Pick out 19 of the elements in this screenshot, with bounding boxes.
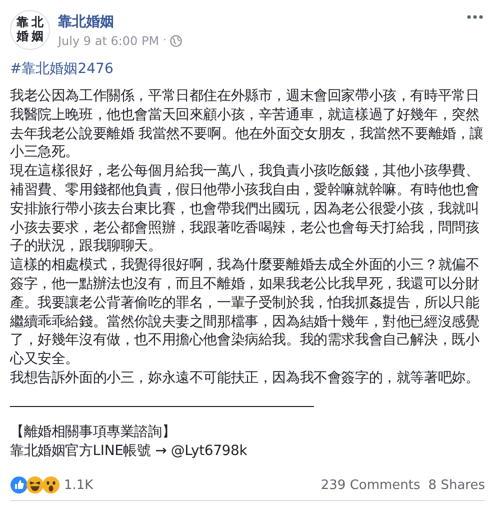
laughing-reaction-icon[interactable] bbox=[26, 476, 44, 494]
post-paragraph: 這樣的相處模式，我覺得很好啊，我為什麼要離婚去成全外面的小三？就偏不簽字，他一點辦法也沒有，而且不離婚，如果我老公比我早死，我還可以分財產。我要讓老公背著偷吃的罪名，一輩子受制於我，怕我抓姦提告，所以只能繼續乖乖給錢。當然你說夫妻之間那檔事，因為結婚十幾年，對他已經沒感覺了，好幾年沒有做，也不用擔心他會染病給我。我的需求我會自己解決，既小心又安全。 bbox=[10, 256, 480, 369]
post-paragraph: 我老公因為工作關係，平常日都住在外縣市，週末會回家帶小孩，有時平常日我醫院上晚班，他也會當天回來顧小孩，辛苦通車，就這樣過了好幾年，突然去年我老公說要離婚 我當然不要啊。他在外面交女朋友，我當然不要離婚，讓小三急死。 bbox=[10, 87, 484, 162]
post-footer-text: 【離婚相關事項專業諮詢】 bbox=[10, 422, 177, 442]
shares-link[interactable]: 8 Shares bbox=[428, 478, 485, 493]
surprised-reaction-icon[interactable] bbox=[42, 476, 60, 494]
comments-link[interactable]: 239 Comments bbox=[320, 478, 420, 493]
reaction-count[interactable]: 1.1K bbox=[64, 478, 94, 493]
post-paragraph: 現在這樣很好，老公每個月給我一萬八，我負責小孩吃飯錢，其他小孩學費、補習費、零用錢都他負責，假日他帶小孩我自由，愛幹嘛就幹嘛。有時他也會安排旅行帶小孩去台東比賽，也會帶我們出國玩，因為老公很愛小孩，我就叫小孩去要求，老公都會照辦，我跟著吃香喝辣，老公也會每天打給我，問問孩子的狀況，跟我聊聊天。 bbox=[10, 162, 480, 256]
post-timestamp[interactable]: July 9 at 6:00 PM bbox=[58, 34, 160, 48]
avatar-text: 靠北 bbox=[16, 16, 46, 30]
more-options-icon[interactable] bbox=[467, 15, 483, 19]
post-paragraph: 我想告訴外面的小三，妳永遠不可能扶正，因為我不會簽字的，就等著吧妳。 bbox=[10, 368, 480, 388]
avatar-text: 婚姻 bbox=[16, 30, 46, 44]
post-footer-text: 靠北婚姻官方LINE帳號 → @Lyt6798k bbox=[10, 442, 248, 460]
page-avatar[interactable]: 靠北 婚姻 bbox=[10, 10, 50, 50]
dot-separator: · bbox=[163, 35, 166, 46]
page-name[interactable]: 靠北婚姻 bbox=[58, 12, 182, 30]
hashtag-link[interactable]: #靠北婚姻2476 bbox=[10, 60, 485, 78]
